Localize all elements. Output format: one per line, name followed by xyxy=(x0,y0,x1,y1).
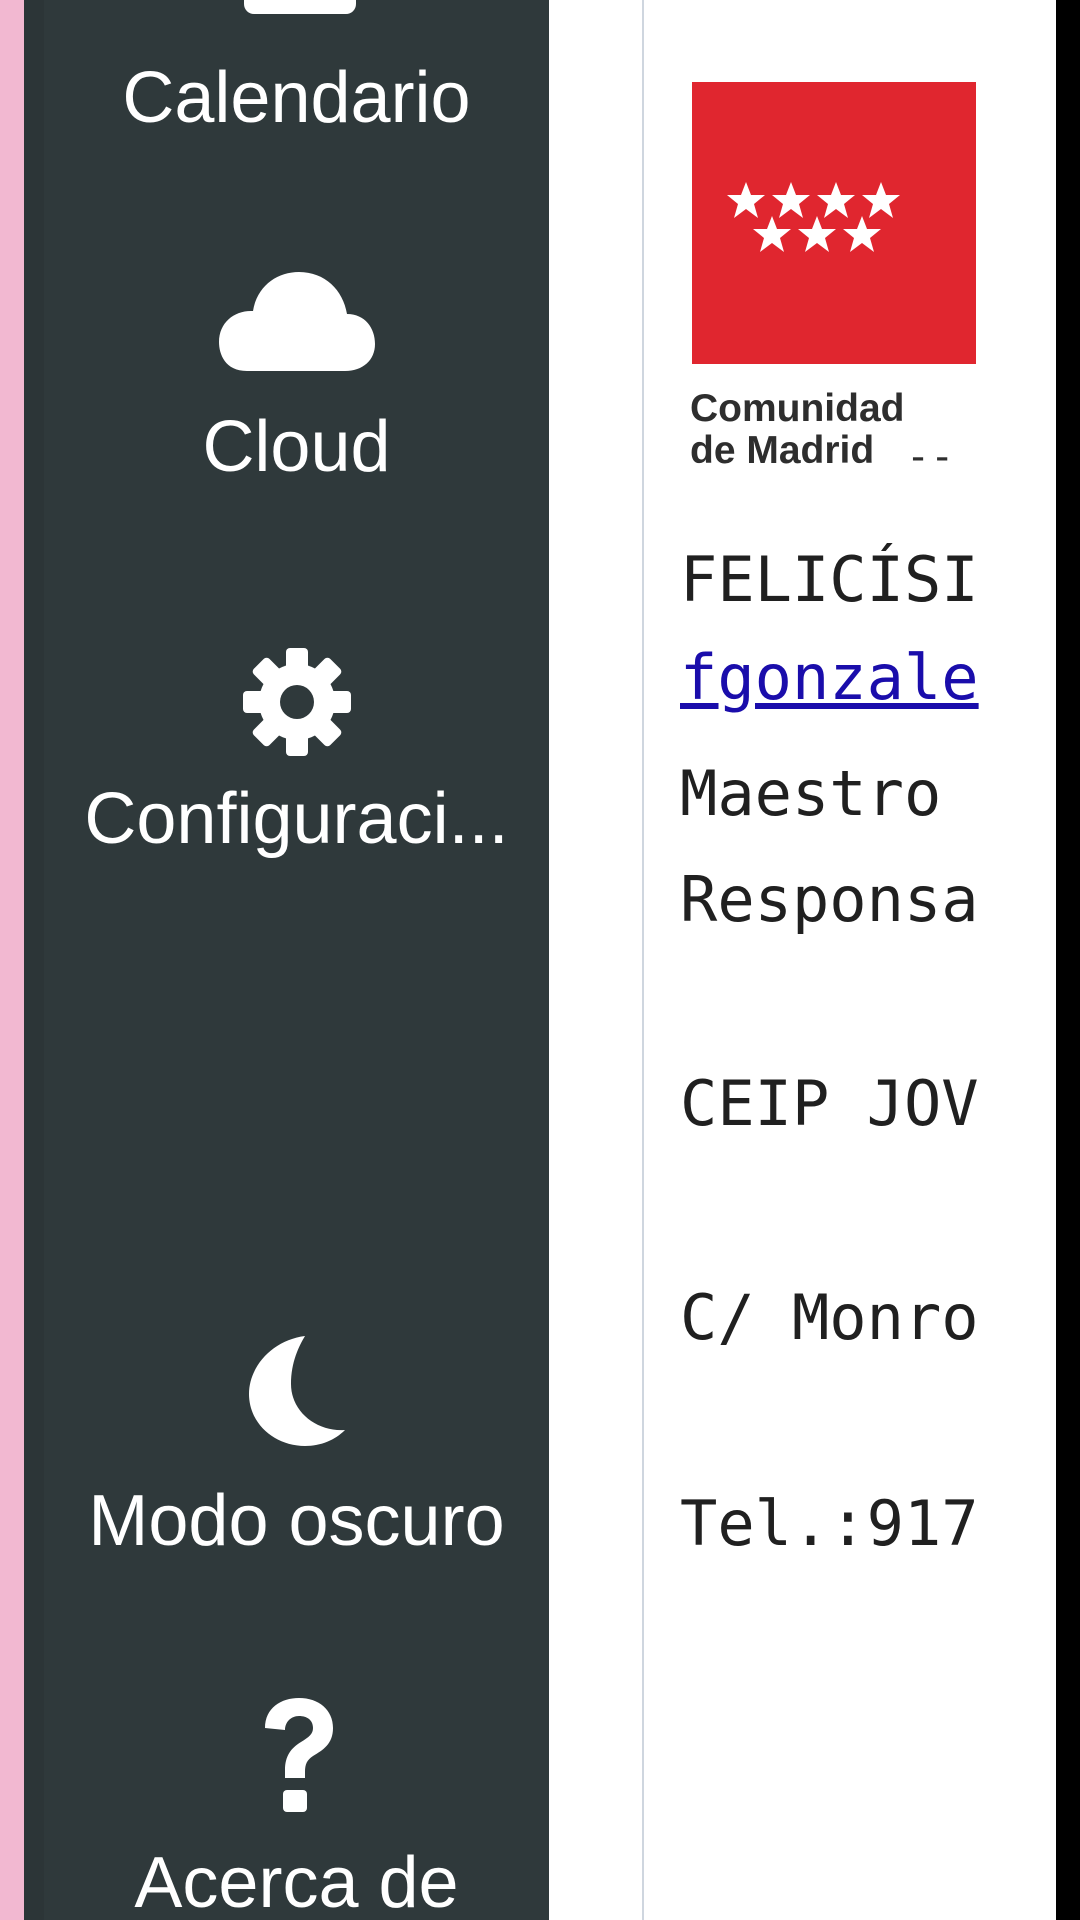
sidebar-item-label: Calendario xyxy=(122,58,471,138)
signature-phone: Tel.:917 xyxy=(680,1487,979,1560)
accent-edge xyxy=(24,0,44,1920)
signature-name: FELICÍSI xyxy=(680,543,979,616)
panel-gap xyxy=(549,0,643,1920)
sidebar-item-cloud[interactable]: Cloud xyxy=(44,266,549,516)
separator-dashes: -- xyxy=(906,434,955,480)
signature-address: C/ Monro xyxy=(680,1281,979,1354)
sidebar-item-configuracion[interactable]: Configuraci... xyxy=(44,642,549,892)
signature-role: Maestro xyxy=(680,757,942,830)
sidebar-item-calendario[interactable]: Calendario xyxy=(44,0,549,140)
sidebar: Calendario Cloud Configuraci... Modo osc… xyxy=(44,0,549,1920)
cloud-icon xyxy=(44,266,549,381)
signature-responsibility: Responsa xyxy=(680,863,979,936)
calendar-icon xyxy=(244,0,356,14)
right-edge xyxy=(1056,0,1080,1920)
logo-text-line2: de Madrid xyxy=(690,429,875,472)
sidebar-item-label: Configuraci... xyxy=(84,779,509,859)
question-icon xyxy=(44,1694,549,1819)
app-window: Calendario Cloud Configuraci... Modo osc… xyxy=(0,0,1080,1920)
moon-icon xyxy=(44,1330,549,1455)
sidebar-item-label: Cloud xyxy=(202,407,391,487)
logo-wordmark: Comunidad de Madrid xyxy=(690,388,904,472)
email-link[interactable]: fgonzale xyxy=(680,641,979,714)
sidebar-item-label: Modo oscuro xyxy=(88,1481,505,1561)
sidebar-item-label: Acerca de xyxy=(134,1843,459,1920)
logo-text-line1: Comunidad xyxy=(690,387,905,430)
gear-icon xyxy=(44,642,549,767)
comunidad-madrid-logo xyxy=(690,82,978,377)
email-signature-panel: Comunidad de Madrid -- FELICÍSI fgonzale… xyxy=(644,0,1056,1920)
signature-school: CEIP JOV xyxy=(680,1067,979,1140)
sidebar-item-acerca-de[interactable]: Acerca de xyxy=(44,1694,549,1920)
sidebar-item-modo-oscuro[interactable]: Modo oscuro xyxy=(44,1330,549,1600)
accent-strip xyxy=(0,0,24,1920)
signature-email[interactable]: fgonzale xyxy=(680,642,979,714)
